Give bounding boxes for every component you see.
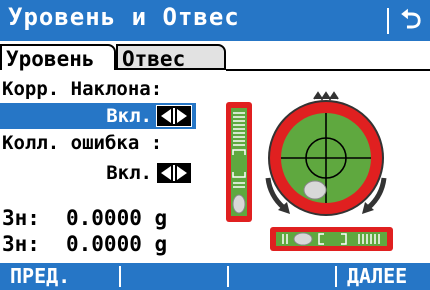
softkey-separator bbox=[119, 266, 121, 287]
horizontal-vial bbox=[270, 227, 393, 251]
f1-prev-button[interactable]: ПРЕД. bbox=[10, 263, 70, 290]
f2-button[interactable] bbox=[125, 263, 225, 290]
level-graphic bbox=[226, 91, 393, 251]
vertical-vial bbox=[226, 102, 252, 222]
softkey-separator bbox=[227, 266, 229, 287]
circular-bubble bbox=[265, 91, 387, 216]
f4-next-button[interactable]: ДАЛЕЕ bbox=[347, 263, 407, 290]
softkey-separator bbox=[335, 266, 337, 287]
f3-button[interactable] bbox=[233, 263, 333, 290]
